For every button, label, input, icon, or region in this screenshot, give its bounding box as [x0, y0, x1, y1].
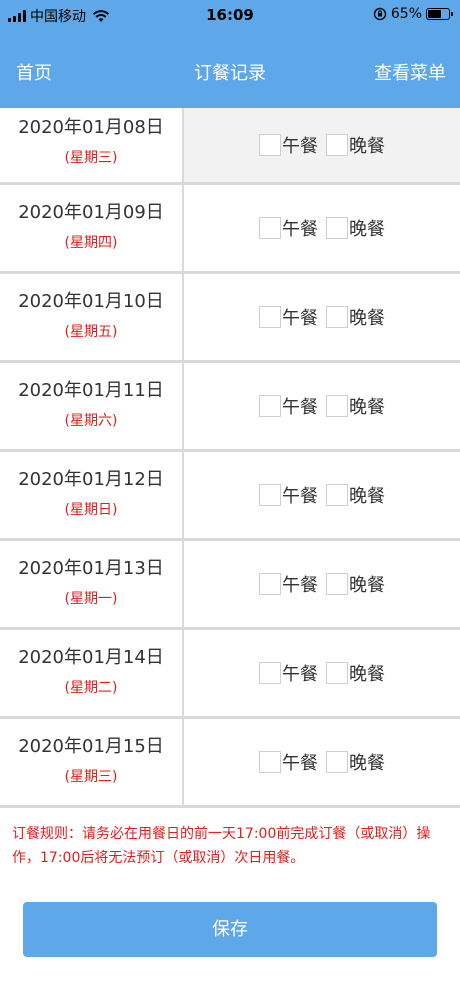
record-date: 2020年01月11日	[18, 380, 164, 401]
lunch-label: 午餐	[282, 575, 318, 596]
dinner-label: 晚餐	[349, 308, 385, 329]
lunch-label: 午餐	[282, 753, 318, 774]
view-menu-link[interactable]: 查看菜单	[374, 59, 446, 85]
status-right: 65%	[373, 6, 453, 22]
date-cell: 2020年01月12日 (星期日)	[0, 452, 184, 538]
lunch-label: 午餐	[282, 219, 318, 240]
dinner-label: 晚餐	[349, 575, 385, 596]
battery-percent: 65%	[390, 6, 422, 22]
record-date: 2020年01月08日	[18, 117, 164, 138]
save-button[interactable]: 保存	[23, 902, 437, 957]
status-bar: 中国移动 16:09 65%	[0, 0, 460, 30]
dinner-checkbox[interactable]	[326, 217, 348, 239]
records-list: 2020年01月08日 (星期三) 午餐 晚餐 2020年01月09日 (星期四) 午餐 晚餐…	[0, 108, 460, 808]
meal-cell: 午餐 晚餐	[184, 274, 460, 360]
record-weekday: (星期四)	[64, 235, 118, 251]
date-cell: 2020年01月09日 (星期四)	[0, 185, 184, 271]
lunch-option[interactable]: 午餐	[259, 660, 318, 686]
dinner-label: 晚餐	[349, 219, 385, 240]
record-date: 2020年01月13日	[18, 558, 164, 579]
record-weekday: (星期六)	[64, 413, 118, 429]
lunch-checkbox[interactable]	[259, 306, 281, 328]
record-weekday: (星期三)	[64, 150, 118, 166]
record-weekday: (星期五)	[64, 324, 118, 340]
record-weekday: (星期三)	[64, 769, 118, 785]
dinner-option[interactable]: 晚餐	[326, 304, 385, 330]
date-cell: 2020年01月08日 (星期三)	[0, 108, 184, 182]
lunch-option[interactable]: 午餐	[259, 749, 318, 775]
record-date: 2020年01月10日	[18, 291, 164, 312]
dinner-option[interactable]: 晚餐	[326, 660, 385, 686]
dinner-label: 晚餐	[349, 136, 385, 157]
meal-cell: 午餐 晚餐	[184, 541, 460, 627]
lunch-checkbox[interactable]	[259, 484, 281, 506]
lunch-checkbox[interactable]	[259, 573, 281, 595]
dinner-label: 晚餐	[349, 486, 385, 507]
dinner-option[interactable]: 晚餐	[326, 215, 385, 241]
lunch-checkbox[interactable]	[259, 395, 281, 417]
lunch-checkbox[interactable]	[259, 662, 281, 684]
record-weekday: (星期二)	[64, 680, 118, 696]
record-row: 2020年01月14日 (星期二) 午餐 晚餐	[0, 630, 460, 719]
lunch-option[interactable]: 午餐	[259, 482, 318, 508]
lunch-option[interactable]: 午餐	[259, 132, 318, 158]
dinner-checkbox[interactable]	[326, 134, 348, 156]
dinner-checkbox[interactable]	[326, 662, 348, 684]
lunch-label: 午餐	[282, 308, 318, 329]
lunch-checkbox[interactable]	[259, 217, 281, 239]
meal-cell: 午餐 晚餐	[184, 363, 460, 449]
lunch-label: 午餐	[282, 486, 318, 507]
date-cell: 2020年01月11日 (星期六)	[0, 363, 184, 449]
dinner-checkbox[interactable]	[326, 395, 348, 417]
record-row: 2020年01月12日 (星期日) 午餐 晚餐	[0, 452, 460, 541]
battery-fill	[428, 10, 441, 18]
record-date: 2020年01月14日	[18, 647, 164, 668]
record-row: 2020年01月11日 (星期六) 午餐 晚餐	[0, 363, 460, 452]
lunch-option[interactable]: 午餐	[259, 571, 318, 597]
dinner-checkbox[interactable]	[326, 484, 348, 506]
record-row: 2020年01月10日 (星期五) 午餐 晚餐	[0, 274, 460, 363]
date-cell: 2020年01月14日 (星期二)	[0, 630, 184, 716]
nav-bar: 首页 订餐记录 查看菜单	[0, 30, 460, 108]
dinner-option[interactable]: 晚餐	[326, 482, 385, 508]
date-cell: 2020年01月15日 (星期三)	[0, 719, 184, 805]
order-rules-text: 订餐规则：请务必在用餐日的前一天17:00前完成订餐（或取消）操作，17:00后…	[12, 826, 431, 866]
record-row: 2020年01月09日 (星期四) 午餐 晚餐	[0, 185, 460, 274]
record-date: 2020年01月15日	[18, 736, 164, 757]
record-row: 2020年01月15日 (星期三) 午餐 晚餐	[0, 719, 460, 808]
record-row: 2020年01月13日 (星期一) 午餐 晚餐	[0, 541, 460, 630]
dinner-label: 晚餐	[349, 664, 385, 685]
meal-cell: 午餐 晚餐	[184, 630, 460, 716]
lunch-option[interactable]: 午餐	[259, 393, 318, 419]
dinner-label: 晚餐	[349, 397, 385, 418]
lunch-checkbox[interactable]	[259, 134, 281, 156]
lunch-label: 午餐	[282, 136, 318, 157]
dinner-label: 晚餐	[349, 753, 385, 774]
lunch-option[interactable]: 午餐	[259, 215, 318, 241]
dinner-option[interactable]: 晚餐	[326, 393, 385, 419]
dinner-checkbox[interactable]	[326, 573, 348, 595]
lunch-label: 午餐	[282, 664, 318, 685]
dinner-option[interactable]: 晚餐	[326, 571, 385, 597]
lunch-checkbox[interactable]	[259, 751, 281, 773]
dinner-checkbox[interactable]	[326, 751, 348, 773]
dinner-checkbox[interactable]	[326, 306, 348, 328]
date-cell: 2020年01月10日 (星期五)	[0, 274, 184, 360]
record-weekday: (星期一)	[64, 591, 118, 607]
date-cell: 2020年01月13日 (星期一)	[0, 541, 184, 627]
record-date: 2020年01月09日	[18, 202, 164, 223]
meal-cell: 午餐 晚餐	[184, 452, 460, 538]
meal-cell: 午餐 晚餐	[184, 185, 460, 271]
lunch-label: 午餐	[282, 397, 318, 418]
record-weekday: (星期日)	[64, 502, 118, 518]
lunch-option[interactable]: 午餐	[259, 304, 318, 330]
meal-cell: 午餐 晚餐	[184, 719, 460, 805]
orientation-lock-icon	[373, 7, 387, 21]
dinner-option[interactable]: 晚餐	[326, 749, 385, 775]
record-date: 2020年01月12日	[18, 469, 164, 490]
dinner-option[interactable]: 晚餐	[326, 132, 385, 158]
meal-cell: 午餐 晚餐	[184, 108, 460, 182]
record-row: 2020年01月08日 (星期三) 午餐 晚餐	[0, 108, 460, 185]
battery-icon	[426, 8, 453, 20]
